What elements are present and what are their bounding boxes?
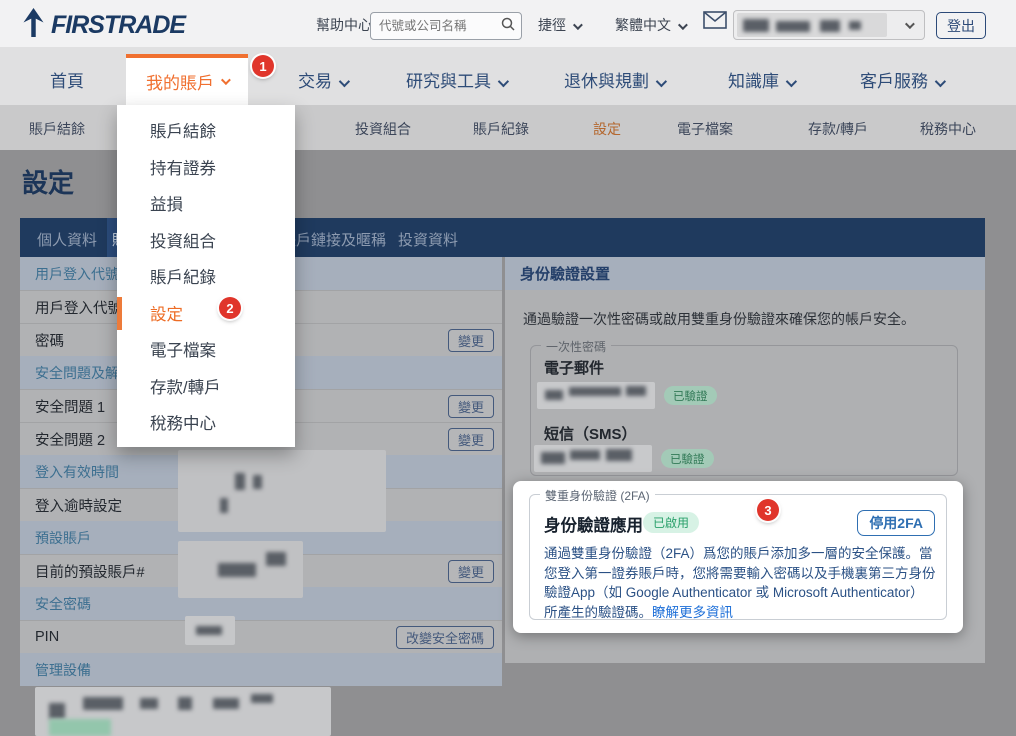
menu-item-deposit-transfer[interactable]: 存款/轉戶 [117,368,295,405]
auth-panel-header: 身份驗證設置 [505,257,985,290]
menu-item-tax-center[interactable]: 稅務中心 [117,404,295,441]
menu-item-positions[interactable]: 持有證券 [117,149,295,186]
otp-group: 一次性密碼 電子郵件 已驗證 短信（SMS） 已驗證 [530,345,958,476]
otp-legend: 一次性密碼 [541,338,611,355]
redacted-default-account [178,541,303,598]
twofa-description: 通過雙重身份驗證（2FA）爲您的賬戶添加多一層的安全保護。當您登入第一證券賬戶時… [544,544,936,622]
twofa-enabled-badge: 已啟用 [643,512,699,533]
twofa-group: 雙重身份驗證 (2FA) 身份驗證應用 已啟用 停用2FA 通過雙重身份驗證（2… [529,494,947,620]
subnav-balances[interactable]: 賬戶結餘 [29,119,85,139]
change-default-account-button[interactable]: 變更 [448,560,494,583]
menu-item-gain-loss[interactable]: 益損 [117,185,295,222]
search-icon[interactable] [501,17,515,36]
table-row-pin: PIN改變安全密碼 [20,620,502,653]
nav-home[interactable]: 首頁 [50,67,84,92]
chevron-down-icon [935,76,946,87]
subnav-deposit-transfer[interactable]: 存款/轉戶 [808,119,868,139]
redacted-pin [185,616,235,645]
chevron-down-icon [221,75,231,85]
help-center-link[interactable]: 幫助中心 [316,15,372,35]
chevron-down-icon [498,76,509,87]
menu-item-edocuments[interactable]: 電子檔案 [117,331,295,368]
menu-item-settings[interactable]: 設定 [117,295,295,332]
firstrade-logo-icon [20,8,47,42]
nav-retirement[interactable]: 退休與規劃 [564,67,664,92]
logout-button[interactable]: 登出 [936,12,986,39]
subnav-settings[interactable]: 設定 [593,119,621,139]
sms-label: 短信（SMS） [544,423,637,444]
change-q1-button[interactable]: 變更 [448,395,494,418]
redacted-email [537,382,655,409]
change-pin-button[interactable]: 改變安全密碼 [396,626,494,649]
shortcuts-dropdown[interactable]: 捷徑 [538,15,580,35]
chevron-down-icon [573,20,583,30]
chevron-down-icon [339,76,350,87]
nav-research-tools[interactable]: 研究與工具 [406,67,506,92]
redacted-account-name [737,13,887,37]
my-account-dropdown: 賬戶結餘 持有證券 益損 投資組合 賬戶紀錄 設定 電子檔案 存款/轉戶 稅務中… [117,105,295,447]
auth-intro-text: 通過驗證一次性密碼或啟用雙重身份驗證來確保您的帳戶安全。 [523,309,968,329]
nav-knowledge[interactable]: 知識庫 [728,67,794,92]
tab-personal-info[interactable]: 個人資料 [37,229,97,250]
nav-customer-service[interactable]: 客戶服務 [860,67,943,92]
firstrade-logo[interactable]: FIRSTRADE [20,8,185,42]
email-verified-badge: 已驗證 [664,386,717,405]
subnav-portfolio[interactable]: 投資組合 [355,119,411,139]
chevron-down-icon [905,19,915,29]
menu-item-balances[interactable]: 賬戶結餘 [117,112,295,149]
tour-step-2-badge: 2 [219,297,241,319]
section-manage-devices: 管理設備 [20,653,502,686]
tour-step-3-badge: 3 [757,499,779,521]
search-input[interactable] [371,19,501,33]
redacted-phone [534,445,652,472]
chevron-down-icon [786,76,797,87]
chevron-down-icon [656,76,667,87]
logo-text: FIRSTRADE [51,11,185,40]
change-password-button[interactable]: 變更 [448,329,494,352]
nav-my-account[interactable]: 我的賬戶 [126,54,248,105]
redacted-device-info [35,687,331,736]
subnav-edocuments[interactable]: 電子檔案 [677,119,733,139]
symbol-search[interactable] [370,12,522,40]
twofa-legend: 雙重身份驗證 (2FA) [540,487,655,504]
tour-step-1-badge: 1 [252,55,274,77]
twofa-title: 身份驗證應用 [544,512,643,536]
mail-icon[interactable] [703,10,727,35]
twofa-card: 雙重身份驗證 (2FA) 身份驗證應用 已啟用 停用2FA 通過雙重身份驗證（2… [513,481,963,633]
tab-account-link-nickname[interactable]: 賬戶鏈接及暱稱 [281,229,386,250]
firstrade-settings-page: FIRSTRADE 幫助中心 捷徑 繁體中文 登出 首頁 交易 研 [0,0,1016,736]
menu-item-history[interactable]: 賬戶紀錄 [117,258,295,295]
redacted-session-value [178,450,386,532]
nav-trade[interactable]: 交易 [298,67,347,92]
menu-item-portfolio[interactable]: 投資組合 [117,222,295,259]
learn-more-link[interactable]: 瞭解更多資訊 [652,605,733,620]
account-selector[interactable] [733,10,925,40]
top-header: FIRSTRADE 幫助中心 捷徑 繁體中文 登出 [0,0,1016,47]
change-q2-button[interactable]: 變更 [448,428,494,451]
language-dropdown[interactable]: 繁體中文 [615,15,685,35]
subnav-tax-center[interactable]: 稅務中心 [920,119,976,139]
disable-2fa-button[interactable]: 停用2FA [857,510,935,536]
chevron-down-icon [678,20,688,30]
tab-investment-profile[interactable]: 投資資料 [398,229,458,250]
email-label: 電子郵件 [544,357,604,378]
page-title: 設定 [22,163,74,200]
subnav-history[interactable]: 賬戶紀錄 [473,119,529,139]
sms-verified-badge: 已驗證 [661,449,714,468]
